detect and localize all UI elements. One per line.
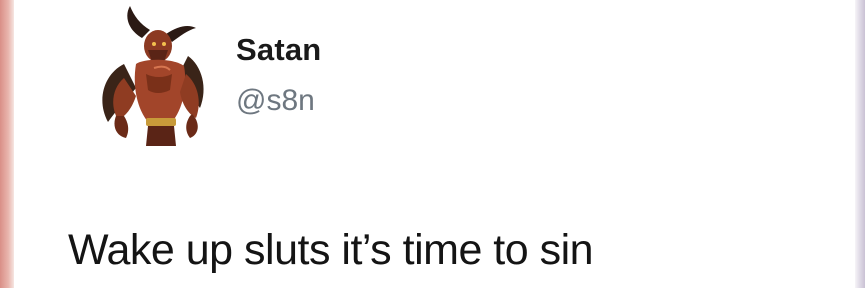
author-handle[interactable]: @s8n bbox=[236, 84, 315, 118]
left-border-strip bbox=[0, 0, 14, 288]
profile-avatar[interactable] bbox=[84, 4, 220, 152]
tweet-card: Satan @s8n Wake up sluts it’s time to si… bbox=[14, 0, 855, 288]
author-display-name[interactable]: Satan bbox=[236, 32, 321, 68]
horned-demon-icon bbox=[102, 6, 204, 146]
tweet-body-text: Wake up sluts it’s time to sin bbox=[68, 226, 594, 274]
right-border-strip bbox=[855, 0, 865, 288]
